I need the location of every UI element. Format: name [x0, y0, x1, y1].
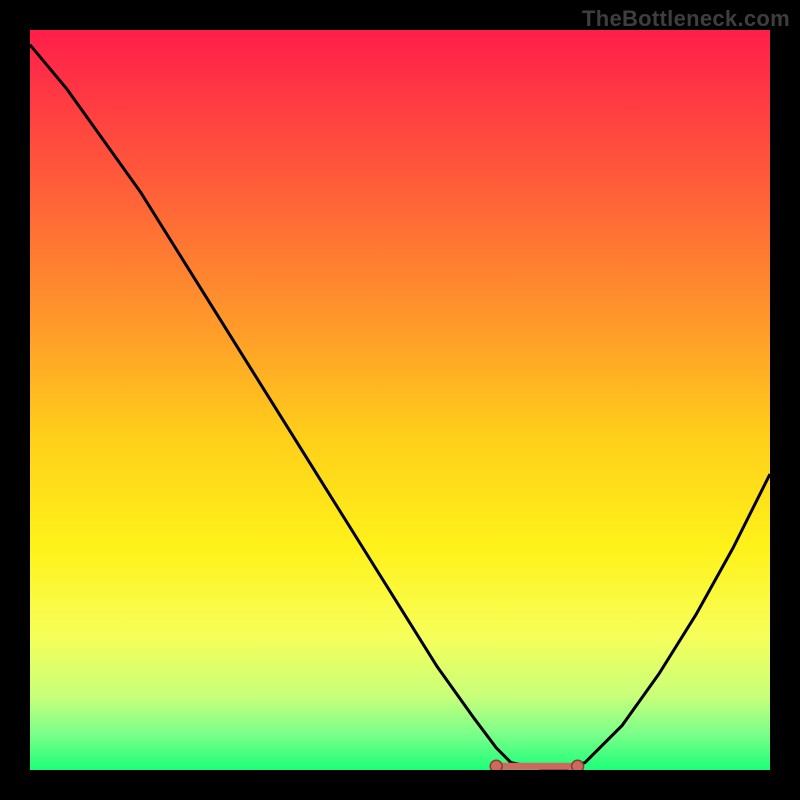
- chart-svg: [30, 30, 770, 770]
- chart-frame: TheBottleneck.com: [0, 0, 800, 800]
- plot-area: [30, 30, 770, 770]
- range-marker-start: [490, 760, 502, 770]
- range-marker-end: [572, 760, 584, 770]
- gradient-background: [30, 30, 770, 770]
- watermark-text: TheBottleneck.com: [582, 6, 790, 32]
